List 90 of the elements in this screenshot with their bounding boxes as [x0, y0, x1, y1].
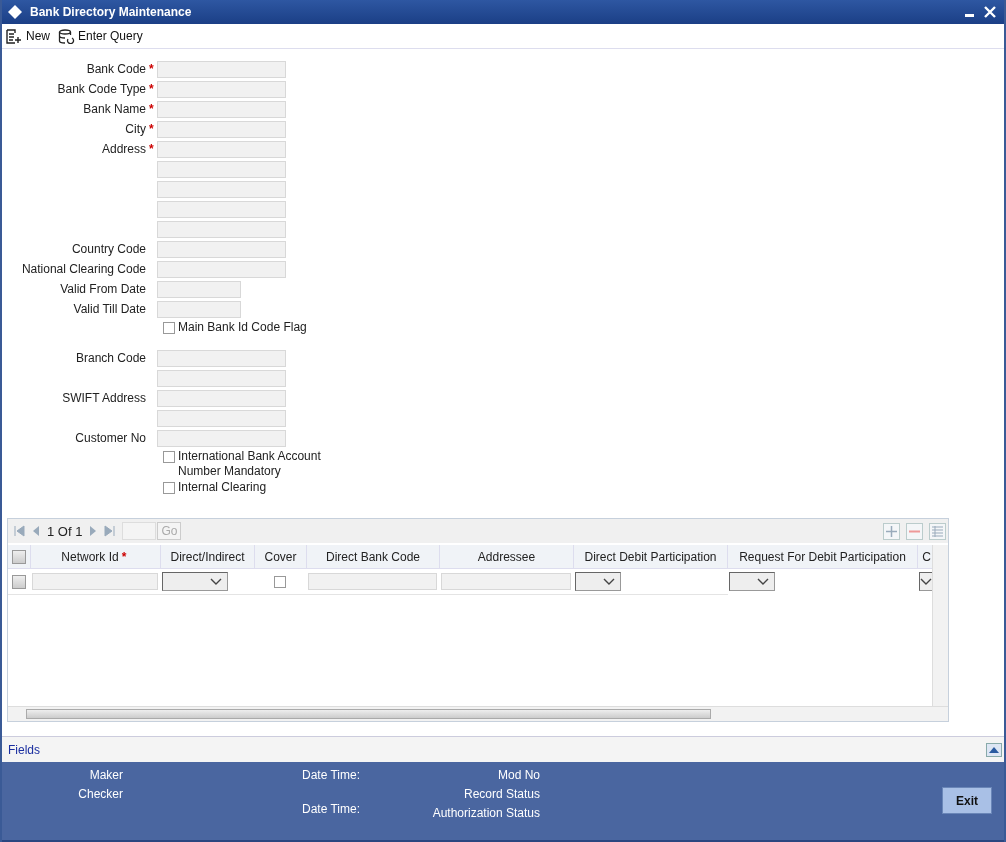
field-label: Valid Till Date — [73, 302, 146, 316]
text-field[interactable] — [157, 240, 286, 258]
page-indicator: 1 Of 1 — [47, 523, 83, 539]
checkbox-label: International Bank Account Number Mandatory — [178, 449, 322, 479]
text-field[interactable] — [157, 300, 241, 318]
text-field[interactable] — [32, 573, 158, 590]
dropdown[interactable] — [162, 572, 228, 591]
field-label: SWIFT Address — [62, 391, 146, 405]
required-mark: * — [149, 122, 154, 136]
checkbox-label: Main Bank Id Code Flag — [178, 320, 308, 335]
page-number-field[interactable] — [122, 522, 157, 540]
add-row-icon[interactable] — [883, 522, 900, 540]
diamond-icon — [8, 5, 22, 19]
text-field[interactable] — [441, 573, 571, 590]
column-header: Cover — [264, 549, 297, 564]
text-field[interactable] — [308, 573, 437, 590]
footer-label: Date Time: — [302, 802, 361, 816]
footer-label: Record Status — [464, 787, 541, 801]
column-header: Direct Debit Participation — [584, 549, 717, 564]
field-label: Bank Name — [83, 102, 146, 116]
footer-label: Checker — [78, 787, 123, 801]
first-page-icon[interactable] — [13, 525, 25, 537]
checkbox[interactable] — [163, 451, 175, 463]
checkbox-label: Internal Clearing — [178, 480, 268, 495]
database-icon — [58, 28, 75, 44]
text-field[interactable] — [157, 220, 286, 238]
exit-button[interactable]: Exit — [942, 787, 992, 814]
collapse-icon[interactable] — [986, 742, 1002, 757]
field-label: City — [125, 122, 146, 136]
column-header: Direct Bank Code — [325, 549, 420, 564]
chevron-icon — [603, 577, 615, 586]
required-mark: * — [149, 62, 154, 76]
text-field[interactable] — [157, 60, 286, 78]
dropdown[interactable] — [575, 572, 621, 591]
footer-label: Maker — [89, 768, 123, 782]
text-field[interactable] — [157, 160, 286, 178]
text-field[interactable] — [157, 140, 286, 158]
checkbox[interactable] — [274, 575, 286, 588]
text-field[interactable] — [157, 409, 286, 427]
fields-link[interactable]: Fields — [8, 742, 40, 757]
text-field[interactable] — [157, 429, 286, 447]
new-document-icon — [6, 28, 23, 44]
required-mark: * — [149, 82, 154, 96]
required-mark: * — [121, 549, 128, 564]
dropdown[interactable] — [729, 572, 775, 591]
vertical-scrollbar[interactable] — [932, 545, 948, 706]
horizontal-scrollbar[interactable] — [8, 706, 948, 721]
field-label: Branch Code — [75, 351, 146, 365]
field-label: Bank Code Type — [57, 82, 146, 96]
row-checkbox[interactable] — [12, 574, 26, 589]
toolbar-button[interactable]: New — [4, 28, 52, 44]
chevron-icon — [920, 577, 932, 586]
checkbox[interactable] — [163, 482, 175, 494]
text-field[interactable] — [157, 389, 286, 407]
chevron-icon — [757, 577, 769, 586]
previous-page-icon[interactable] — [31, 525, 41, 537]
text-field[interactable] — [157, 120, 286, 138]
column-header: Network Id — [61, 549, 119, 564]
window-title: Bank Directory Maintenance — [30, 5, 192, 19]
text-field[interactable] — [157, 80, 286, 98]
text-field[interactable] — [157, 180, 286, 198]
field-label: National Clearing Code — [21, 262, 146, 276]
required-mark: * — [149, 142, 154, 156]
select-all-checkbox[interactable] — [12, 549, 26, 564]
required-mark: * — [149, 102, 154, 116]
checkbox[interactable] — [163, 322, 175, 334]
field-label: Country Code — [71, 242, 146, 256]
column-header: Request For Debit Participation — [739, 549, 906, 564]
text-field[interactable] — [157, 260, 286, 278]
column-header: Addressee — [477, 549, 536, 564]
footer-label: Mod No — [498, 768, 541, 782]
delete-row-icon[interactable] — [906, 522, 923, 540]
chevron-icon — [210, 577, 222, 586]
field-label: Customer No — [75, 431, 146, 445]
last-page-icon[interactable] — [104, 525, 117, 537]
column-header: C — [922, 549, 931, 564]
field-label: Bank Code — [86, 62, 146, 76]
list-view-icon[interactable] — [929, 522, 946, 540]
text-field[interactable] — [157, 200, 286, 218]
text-field[interactable] — [157, 369, 286, 387]
text-field[interactable] — [157, 280, 241, 298]
footer-label: Date Time: — [302, 768, 361, 782]
footer-label: Authorization Status — [432, 806, 541, 820]
text-field[interactable] — [157, 349, 286, 367]
field-label: Valid From Date — [60, 282, 146, 296]
toolbar-button[interactable]: Enter Query — [56, 28, 145, 44]
text-field[interactable] — [157, 100, 286, 118]
field-label: Address — [101, 142, 146, 156]
column-header: Direct/Indirect — [170, 549, 245, 564]
close-icon[interactable] — [984, 6, 996, 18]
